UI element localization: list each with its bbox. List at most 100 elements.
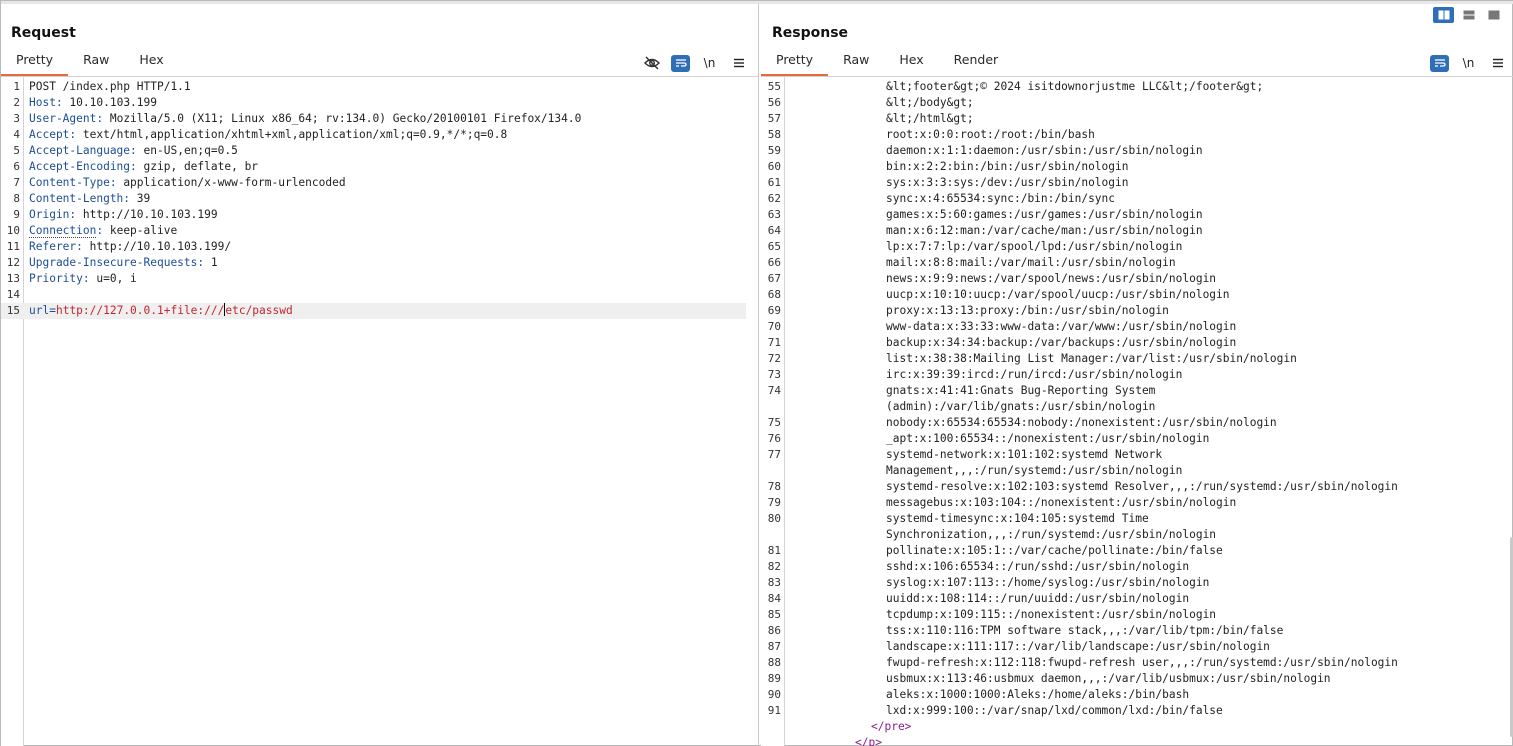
- response-line-text: lxd:x:999:100::/var/snap/lxd/common/lxd:…: [886, 704, 1223, 717]
- response-line: 65 lp:x:7:7:lp:/var/spool/lpd:/usr/sbin/n…: [761, 239, 1513, 255]
- response-line: 74 gnats:x:41:41:Gnats Bug-Reporting Syst…: [761, 383, 1513, 399]
- request-line-text: Upgrade-Insecure-Requests: 1: [29, 255, 218, 271]
- response-tab-render[interactable]: Render: [939, 50, 1014, 76]
- line-number: 89: [767, 672, 781, 685]
- line-number: 15: [6, 304, 20, 317]
- response-line-text: tcpdump:x:109:115::/nonexistent:/usr/sbi…: [886, 608, 1217, 621]
- line-number: 65: [767, 240, 781, 253]
- header-name: Accept-Language: [29, 144, 131, 157]
- line-number: 58: [767, 128, 781, 141]
- request-tab-hex[interactable]: Hex: [124, 50, 178, 76]
- response-line-text: www-data:x:33:33:www-data:/var/www:/usr/…: [886, 320, 1237, 333]
- response-line: 79 messagebus:x:103:104::/nonexistent:/us…: [761, 495, 1513, 511]
- header-value: en-US,en;q=0.5: [136, 144, 238, 157]
- header-colon: :: [76, 240, 83, 253]
- response-line: 70 www-data:x:33:33:www-data:/var/www:/us…: [761, 319, 1513, 335]
- line-number: 82: [767, 560, 781, 573]
- response-line: 88 fwupd-refresh:x:112:118:fwupd-refresh …: [761, 655, 1513, 671]
- line-number: 78: [767, 480, 781, 493]
- line-number: 64: [767, 224, 781, 237]
- response-line-text: _apt:x:100:65534::/nonexistent:/usr/sbin…: [886, 432, 1210, 445]
- response-line-text: backup:x:34:34:backup:/var/backups:/usr/…: [886, 336, 1237, 349]
- menu-icon[interactable]: [724, 54, 753, 72]
- line-number: 68: [767, 288, 781, 301]
- line-number: 63: [767, 208, 781, 221]
- line-number: 71: [767, 336, 781, 349]
- line-number: 76: [767, 432, 781, 445]
- newline-toggle-button[interactable]: \n: [695, 54, 724, 72]
- request-line-text: Accept-Encoding: gzip, deflate, br: [29, 159, 258, 175]
- line-number: 81: [767, 544, 781, 557]
- response-editor[interactable]: 55 &lt;footer&gt;© 2024 isitdownorjustme …: [761, 77, 1513, 746]
- response-word-wrap-button[interactable]: [1425, 54, 1454, 72]
- response-line: 72 list:x:38:38:Mailing List Manager:/var…: [761, 351, 1513, 367]
- word-wrap-button[interactable]: [666, 54, 695, 72]
- response-line: 86 tss:x:110:116:TPM software stack,,,:/v…: [761, 623, 1513, 639]
- request-line-text: Priority: u=0, i: [29, 271, 137, 287]
- header-name: Accept: [29, 128, 70, 141]
- response-line-text: man:x:6:12:man:/var/cache/man:/usr/sbin/…: [886, 224, 1203, 237]
- line-number: 87: [767, 640, 781, 653]
- header-value: gzip, deflate, br: [136, 160, 259, 173]
- response-line-text: mail:x:8:8:mail:/var/mail:/usr/sbin/nolo…: [886, 256, 1176, 269]
- response-line: 84 uuidd:x:108:114::/run/uuidd:/usr/sbin/…: [761, 591, 1513, 607]
- header-name: Content-Type: [29, 176, 110, 189]
- response-pane: Response Pretty Raw Hex Render \n 55 &lt;…: [761, 4, 1513, 746]
- response-line: 62 sync:x:4:65534:sync:/bin:/bin/sync: [761, 191, 1513, 207]
- request-editor[interactable]: 1 POST /index.php HTTP/1.1 2 Host: 10.10.10…: [1, 77, 758, 746]
- header-value: 39: [130, 192, 151, 205]
- response-line: 56 &lt;/body&gt;: [761, 95, 1513, 111]
- response-tab-hex[interactable]: Hex: [884, 50, 938, 76]
- word-wrap-icon: [671, 54, 690, 72]
- line-number: 61: [767, 176, 781, 189]
- line-number: 86: [767, 624, 781, 637]
- response-line-text: systemd-timesync:x:104:105:systemd Time: [886, 512, 1149, 525]
- response-line: 82 sshd:x:106:65534::/run/sshd:/usr/sbin/…: [761, 559, 1513, 575]
- response-line-text: messagebus:x:103:104::/nonexistent:/usr/…: [886, 496, 1237, 509]
- request-tab-raw[interactable]: Raw: [68, 50, 124, 76]
- line-number: 70: [767, 320, 781, 333]
- response-line-text: &lt;footer&gt;© 2024 isitdownorjustme LL…: [886, 80, 1264, 93]
- line-number: 9: [13, 208, 20, 221]
- request-line-text: Referer: http://10.10.103.199/: [29, 239, 231, 255]
- line-number: 60: [767, 160, 781, 173]
- response-line-text: landscape:x:111:117::/var/lib/landscape:…: [886, 640, 1270, 653]
- request-line-text: POST /index.php HTTP/1.1: [29, 79, 191, 95]
- line-number: 73: [767, 368, 781, 381]
- request-line-text: Content-Type: application/x-www-form-url…: [29, 175, 346, 191]
- request-line-text: User-Agent: Mozilla/5.0 (X11; Linux x86_…: [29, 111, 581, 127]
- line-number: 8: [13, 192, 20, 205]
- request-line: 7 Content-Type: application/x-www-form-ur…: [1, 175, 758, 191]
- header-name: Upgrade-Insecure-Requests: [29, 256, 198, 269]
- request-line: 14: [1, 287, 758, 303]
- html-closing-tag: </p>: [855, 736, 882, 746]
- request-tab-pretty[interactable]: Pretty: [1, 50, 69, 76]
- response-line: 80 systemd-timesync:x:104:105:systemd Tim…: [761, 511, 1513, 527]
- response-line: 77 systemd-network:x:101:102:systemd Netw…: [761, 447, 1513, 463]
- request-line: 13 Priority: u=0, i: [1, 271, 758, 287]
- header-value: text/html,application/xhtml+xml,applicat…: [76, 128, 508, 141]
- response-toolbar: \n: [1425, 54, 1512, 72]
- response-line: Management,,,:/run/systemd:/usr/sbin/nol…: [761, 463, 1513, 479]
- response-menu-icon[interactable]: [1483, 54, 1512, 72]
- response-tab-raw[interactable]: Raw: [828, 50, 884, 76]
- hide-nonprintable-icon[interactable]: [637, 54, 666, 72]
- line-number: 91: [767, 704, 781, 717]
- response-tab-pretty[interactable]: Pretty: [761, 50, 829, 76]
- response-line-text: news:x:9:9:news:/var/spool/news:/usr/sbi…: [886, 272, 1217, 285]
- response-line: 91 lxd:x:999:100::/var/snap/lxd/common/lx…: [761, 703, 1513, 719]
- response-tabs: Pretty Raw Hex Render: [761, 50, 1013, 76]
- response-line: </pre>: [761, 719, 1513, 735]
- response-newline-toggle-button[interactable]: \n: [1454, 54, 1483, 72]
- header-value: application/x-www-form-urlencoded: [116, 176, 346, 189]
- response-line-text: nobody:x:65534:65534:nobody:/nonexistent…: [886, 416, 1277, 429]
- header-value: keep-alive: [103, 224, 178, 237]
- response-line: 69 proxy:x:13:13:proxy:/bin:/usr/sbin/nol…: [761, 303, 1513, 319]
- response-line: 73 irc:x:39:39:ircd:/run/ircd:/usr/sbin/n…: [761, 367, 1513, 383]
- line-number: 3: [13, 112, 20, 125]
- header-value: http://10.10.103.199: [76, 208, 218, 221]
- header-name: Origin: [29, 208, 70, 221]
- param-value-tail: etc/passwd: [225, 304, 293, 317]
- header-value: 1: [204, 256, 218, 269]
- line-number: 56: [767, 96, 781, 109]
